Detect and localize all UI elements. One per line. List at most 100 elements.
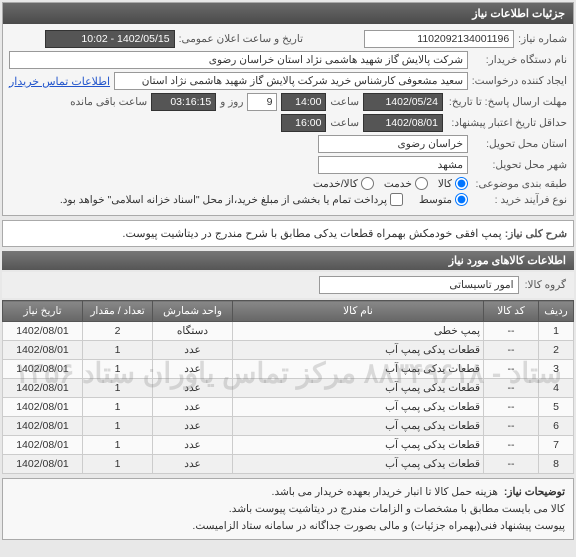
col-date: تاریخ نیاز	[3, 301, 83, 322]
table-cell: --	[484, 417, 539, 436]
table-row[interactable]: 7--قطعات یدکی پمپ آبعدد11402/08/01	[3, 436, 574, 455]
table-cell: عدد	[153, 436, 233, 455]
items-area: ستاد - ۸۸۳۴۹۶۱۸ مرکز تماس یاوران ستاد ۱۴…	[0, 272, 576, 474]
table-row[interactable]: 4--قطعات یدکی پمپ آبعدد11402/08/01	[3, 379, 574, 398]
table-cell: دستگاه	[153, 322, 233, 341]
creator-field: سعید مشعوفی کارشناس خرید شرکت پالایش گاز…	[114, 72, 468, 90]
table-row[interactable]: 5--قطعات یدکی پمپ آبعدد11402/08/01	[3, 398, 574, 417]
form-section: شماره نیاز: 1102092134001196 تاریخ و ساع…	[3, 24, 573, 215]
table-header-row: ردیف کد کالا نام کالا واحد شمارش تعداد /…	[3, 301, 574, 322]
col-unit: واحد شمارش	[153, 301, 233, 322]
table-cell: --	[484, 436, 539, 455]
countdown-field: 03:16:15	[151, 93, 216, 111]
deadline-label: مهلت ارسال پاسخ: تا تاریخ:	[447, 96, 567, 108]
panel-title: جزئیات اطلاعات نیاز	[3, 3, 573, 24]
table-row[interactable]: 3--قطعات یدکی پمپ آبعدد11402/08/01	[3, 360, 574, 379]
time-label-1: ساعت	[330, 96, 359, 108]
table-cell: عدد	[153, 398, 233, 417]
note-line: پیوست پیشنهاد فنی(بهمراه جزئیات) و مالی …	[11, 518, 565, 535]
table-cell: عدد	[153, 379, 233, 398]
cat-goods-service-radio[interactable]: کالا/خدمت	[313, 177, 374, 190]
table-cell: 8	[539, 455, 574, 474]
cat-service-radio[interactable]: خدمت	[384, 177, 428, 190]
table-cell: 6	[539, 417, 574, 436]
announce-label: تاریخ و ساعت اعلان عمومی:	[179, 33, 303, 45]
buyer-org-label: نام دستگاه خریدار:	[472, 54, 567, 66]
table-cell: 1402/08/01	[3, 398, 83, 417]
proc-medium-radio[interactable]: متوسط	[419, 193, 468, 206]
cat-goods-input[interactable]	[455, 177, 468, 190]
table-cell: قطعات یدکی پمپ آب	[233, 436, 484, 455]
table-row[interactable]: 8--قطعات یدکی پمپ آبعدد11402/08/01	[3, 455, 574, 474]
table-cell: 2	[83, 322, 153, 341]
notes-content: هزینه حمل کالا تا انبار خریدار بعهده خری…	[11, 484, 565, 534]
group-row: گروه کالا: امور تاسیساتی	[2, 272, 574, 298]
buyer-org-field: شرکت پالایش گاز شهید هاشمی نژاد استان خر…	[9, 51, 468, 69]
valid-until-label: حداقل تاریخ اعتبار پیشنهاد:	[447, 117, 567, 129]
time-label-2: ساعت	[330, 117, 359, 129]
table-cell: --	[484, 360, 539, 379]
cat-service-input[interactable]	[415, 177, 428, 190]
table-cell: 1402/08/01	[3, 341, 83, 360]
table-cell: 1402/08/01	[3, 417, 83, 436]
table-cell: 5	[539, 398, 574, 417]
table-cell: 3	[539, 360, 574, 379]
treasury-checkbox-input[interactable]	[390, 193, 403, 206]
table-cell: عدد	[153, 360, 233, 379]
table-cell: قطعات یدکی پمپ آب	[233, 398, 484, 417]
main-description-box: شرح کلی نیاز: پمپ افقی خودمکش بهمراه قطع…	[2, 220, 574, 247]
group-label: گروه کالا:	[525, 279, 566, 291]
main-desc-label: شرح کلی نیاز:	[505, 228, 567, 240]
notes-title: توضیحات نیاز:	[504, 484, 565, 501]
table-cell: --	[484, 455, 539, 474]
table-cell: 1402/08/01	[3, 379, 83, 398]
notes-box: توضیحات نیاز: هزینه حمل کالا تا انبار خر…	[2, 478, 574, 540]
table-cell: --	[484, 379, 539, 398]
category-label: طبقه بندی موضوعی:	[472, 178, 567, 190]
col-qty: تعداد / مقدار	[83, 301, 153, 322]
table-cell: 1402/08/01	[3, 436, 83, 455]
table-row[interactable]: 6--قطعات یدکی پمپ آبعدد11402/08/01	[3, 417, 574, 436]
table-cell: --	[484, 322, 539, 341]
table-cell: 2	[539, 341, 574, 360]
need-no-label: شماره نیاز:	[518, 33, 567, 45]
province-field: خراسان رضوی	[318, 135, 468, 153]
table-cell: 1	[83, 436, 153, 455]
table-row[interactable]: 1--پمپ خطیدستگاه21402/08/01	[3, 322, 574, 341]
table-cell: پمپ خطی	[233, 322, 484, 341]
deadline-date-field: 1402/05/24	[363, 93, 443, 111]
announce-field: 1402/05/15 - 10:02	[45, 30, 175, 48]
table-cell: عدد	[153, 341, 233, 360]
need-no-field: 1102092134001196	[364, 30, 514, 48]
table-cell: 1402/08/01	[3, 322, 83, 341]
table-cell: 1402/08/01	[3, 455, 83, 474]
note-line: هزینه حمل کالا تا انبار خریدار بعهده خری…	[11, 484, 565, 501]
creator-label: ایجاد کننده درخواست:	[472, 75, 567, 87]
col-code: کد کالا	[484, 301, 539, 322]
table-cell: قطعات یدکی پمپ آب	[233, 360, 484, 379]
table-cell: --	[484, 341, 539, 360]
table-cell: 1	[83, 379, 153, 398]
valid-date-field: 1402/08/01	[363, 114, 443, 132]
table-row[interactable]: 2--قطعات یدکی پمپ آبعدد11402/08/01	[3, 341, 574, 360]
city-label: شهر محل تحویل:	[472, 159, 567, 171]
cat-goods-service-input[interactable]	[361, 177, 374, 190]
table-cell: 1	[83, 398, 153, 417]
table-cell: عدد	[153, 455, 233, 474]
cat-goods-radio[interactable]: کالا	[438, 177, 468, 190]
table-cell: 7	[539, 436, 574, 455]
note-line: کالا می بایست مطابق با مشخصات و الزامات …	[11, 501, 565, 518]
table-cell: --	[484, 398, 539, 417]
table-cell: قطعات یدکی پمپ آب	[233, 455, 484, 474]
table-cell: 1402/08/01	[3, 360, 83, 379]
treasury-checkbox[interactable]: پرداخت تمام یا بخشی از مبلغ خرید،از محل …	[60, 193, 403, 206]
category-radio-group: کالا خدمت کالا/خدمت	[313, 177, 468, 190]
col-rownum: ردیف	[539, 301, 574, 322]
contact-link[interactable]: اطلاعات تماس خریدار	[9, 75, 110, 88]
table-cell: 1	[83, 341, 153, 360]
process-radio-group: متوسط	[419, 193, 468, 206]
table-cell: 4	[539, 379, 574, 398]
proc-medium-input[interactable]	[455, 193, 468, 206]
main-desc-text: پمپ افقی خودمکش بهمراه قطعات یدکی مطابق …	[122, 228, 501, 240]
table-cell: عدد	[153, 417, 233, 436]
